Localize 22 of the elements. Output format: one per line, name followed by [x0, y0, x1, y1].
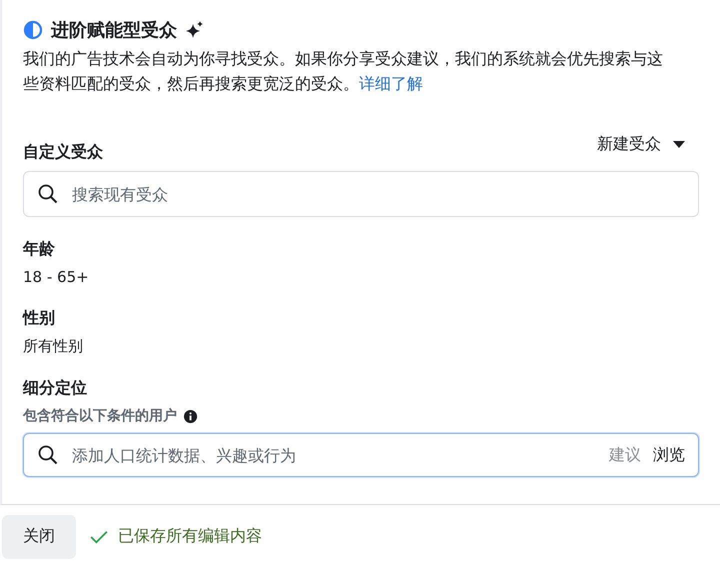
field-label: 自定义受众: [23, 142, 103, 163]
search-icon: [38, 445, 58, 465]
learn-more-link[interactable]: 详细了解: [359, 74, 423, 93]
half-circle-icon: [23, 20, 43, 40]
field-label: 细分定位: [23, 378, 88, 399]
search-action-link[interactable]: 浏览: [653, 444, 685, 466]
section-title: 进阶赋能型受众: [51, 19, 177, 42]
search-icon: [38, 184, 58, 204]
field-value: 18 - 65+: [23, 268, 90, 286]
new-audience-dropdown[interactable]: 新建受众: [597, 134, 699, 163]
search-field[interactable]: 搜索现有受众: [23, 171, 699, 217]
checkmark-icon: [90, 530, 108, 544]
field-label: 性别: [23, 308, 56, 329]
field-label: 年龄: [23, 239, 56, 260]
field-value: 所有性别: [23, 337, 84, 356]
hint-text: 包含符合以下条件的用户: [23, 407, 177, 425]
info-icon[interactable]: [183, 408, 198, 424]
description-text: 我们的广告技术会自动为你寻找受众。如果你分享受众建议，我们的系统就会优先搜索与这些资料匹配的受众，然后再搜索更宽泛的受众。详细了解: [23, 48, 664, 95]
close-button[interactable]: 关闭: [2, 514, 76, 558]
caret-icon: [673, 140, 685, 148]
save-status-text: 已保存所有编辑内容: [118, 526, 262, 547]
sparkle-icon: [185, 20, 205, 40]
